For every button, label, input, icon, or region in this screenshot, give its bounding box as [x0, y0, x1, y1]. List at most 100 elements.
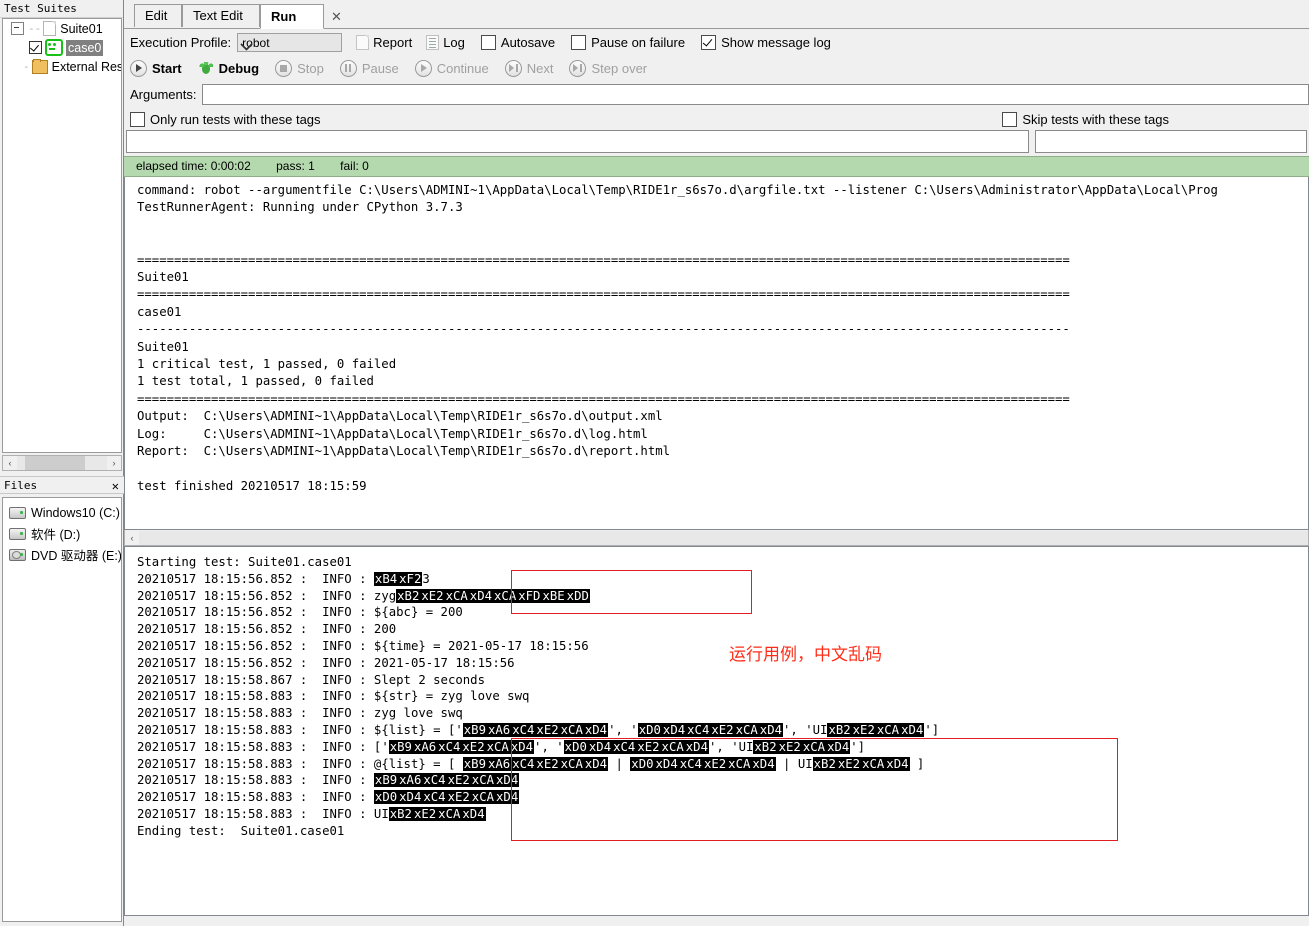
tag-filter-inputs-row [124, 130, 1309, 156]
tab-edit-label: Edit [145, 8, 168, 23]
scroll-left-arrow-icon[interactable]: ‹ [125, 531, 139, 545]
hard-drive-icon [9, 527, 26, 540]
debug-button[interactable]: Debug [198, 61, 259, 76]
annotation-text: 运行用例，中文乱码 [729, 645, 882, 665]
escape-char-box: xE2 [702, 756, 728, 771]
escape-char-box: xE2 [636, 739, 661, 754]
escape-char-box: xF2 [398, 571, 423, 586]
log-label: Log [443, 34, 465, 50]
tab-edit[interactable]: Edit [134, 4, 182, 27]
skip-tags-input[interactable] [1035, 130, 1307, 153]
ride-application-window: Test Suites -- Suite01 case0 - External … [0, 0, 1309, 926]
console-horizontal-scrollbar[interactable]: ‹ [124, 530, 1309, 546]
drive-label: Windows10 (C:) [31, 505, 120, 520]
escape-char-box: xB9 [373, 773, 399, 788]
document-icon [43, 21, 57, 36]
step-over-button: Step over [569, 59, 647, 77]
log-icon [426, 34, 440, 50]
scroll-left-arrow-icon[interactable]: ‹ [3, 456, 17, 470]
scrollbar-thumb[interactable] [25, 456, 85, 470]
escape-char-box: xE2 [710, 722, 735, 737]
arguments-input[interactable] [202, 84, 1309, 105]
escape-char-box: xE2 [420, 588, 445, 603]
main-area: Edit Text Edit Run ✕ Execution Profile: … [124, 0, 1309, 926]
escape-char-box: xBE [541, 588, 566, 603]
message-log-text: Starting test: Suite01.case01 20210517 1… [137, 555, 940, 838]
show-message-log-checkbox[interactable] [701, 34, 717, 50]
next-label: Next [526, 60, 554, 76]
escape-char-box: xCA [470, 790, 496, 805]
escape-char-box: xE2 [535, 756, 560, 771]
log-button[interactable]: Log [426, 34, 465, 50]
scrollbar-track[interactable] [139, 530, 1308, 545]
tree-node-label-suite01: Suite01 [60, 21, 103, 36]
pause-on-failure-checkbox[interactable] [571, 34, 587, 50]
escape-char-box: xC4 [686, 722, 711, 737]
test-suites-tree[interactable]: -- Suite01 case0 - External Res [2, 18, 122, 453]
tree-node-label-case01: case0 [66, 39, 104, 56]
collapse-expander-icon[interactable] [11, 22, 24, 35]
pause-on-failure-checkbox-row[interactable]: Pause on failure [571, 34, 685, 50]
message-log-panel[interactable]: Starting test: Suite01.case01 20210517 1… [124, 546, 1309, 916]
pass-count-label: pass: 1 [276, 159, 315, 173]
escape-char-box: xC4 [511, 756, 536, 771]
skip-tags-checkbox[interactable] [1002, 111, 1018, 127]
pause-label: Pause [361, 60, 399, 76]
case-checkbox[interactable] [29, 41, 42, 54]
list-item[interactable]: 软件 (D:) [3, 523, 121, 544]
tree-node-external-resources[interactable]: - External Res [3, 57, 121, 76]
files-close-icon[interactable]: ✕ [112, 477, 119, 495]
tab-run[interactable]: Run [260, 4, 324, 29]
escape-char-box: xC4 [612, 739, 637, 754]
escape-char-box: xCA [485, 739, 510, 754]
files-drive-list[interactable]: Windows10 (C:) 软件 (D:) DVD 驱动器 (E:) [2, 497, 122, 922]
autosave-checkbox-row[interactable]: Autosave [480, 34, 555, 50]
escape-char-box: xA6 [486, 722, 512, 737]
list-item[interactable]: Windows10 (C:) [3, 502, 121, 523]
execution-profile-label: Execution Profile: [130, 34, 232, 50]
escape-char-box: xFD [517, 588, 542, 603]
run-panel: Execution Profile: robot Report Log Auto… [124, 29, 1309, 926]
autosave-checkbox[interactable] [480, 34, 496, 50]
skip-tags-checkbox-row[interactable]: Skip tests with these tags [1002, 111, 1169, 127]
tab-text-edit[interactable]: Text Edit [182, 4, 260, 27]
only-run-tags-checkbox[interactable] [130, 111, 145, 127]
escape-char-box: xDD [565, 588, 590, 603]
console-output[interactable]: command: robot --argumentfile C:\Users\A… [124, 177, 1309, 530]
escape-char-box: xC4 [511, 722, 536, 737]
escape-char-box: xCA [470, 773, 496, 788]
escape-char-box: xD0 [630, 756, 655, 771]
escape-char-box: xE2 [412, 806, 438, 821]
tree-horizontal-scrollbar[interactable]: ‹ › [2, 455, 122, 471]
scrollbar-track[interactable] [17, 456, 107, 470]
list-item[interactable]: DVD 驱动器 (E:) [3, 544, 121, 565]
escape-char-box: xD4 [509, 739, 535, 754]
escape-char-box: xCA [861, 756, 886, 771]
escape-char-box: xE2 [446, 790, 471, 805]
escape-char-box: xD4 [885, 756, 910, 771]
only-run-tags-input[interactable] [126, 130, 1029, 153]
escape-char-box: xD4 [461, 806, 486, 821]
escape-char-box: xCA [444, 588, 469, 603]
tree-node-case01[interactable]: case0 [3, 38, 121, 57]
show-message-log-checkbox-row[interactable]: Show message log [701, 34, 831, 50]
report-button[interactable]: Report [356, 34, 412, 50]
execution-profile-select[interactable]: robot [237, 32, 343, 52]
console-output-text: command: robot --argumentfile C:\Users\A… [137, 183, 1218, 493]
step-over-icon [569, 59, 587, 77]
pause-button: Pause [339, 59, 399, 77]
only-run-tags-checkbox-row[interactable]: Only run tests with these tags [130, 111, 321, 127]
escape-char-box: xE2 [836, 756, 862, 771]
tree-dash-2: - [23, 60, 30, 73]
escape-char-box: xE2 [851, 722, 876, 737]
tree-node-suite01[interactable]: -- Suite01 [3, 19, 121, 38]
escape-char-box: xD4 [654, 756, 679, 771]
escape-char-box: xB9 [462, 756, 487, 771]
scroll-right-arrow-icon[interactable]: › [107, 456, 121, 470]
start-button[interactable]: Start [130, 59, 182, 77]
arguments-label: Arguments: [130, 87, 197, 102]
tab-close-icon[interactable]: ✕ [331, 9, 342, 25]
resource-folder-icon [31, 58, 48, 74]
escape-char-box: xCA [660, 739, 685, 754]
escape-char-box: xCA [493, 588, 518, 603]
